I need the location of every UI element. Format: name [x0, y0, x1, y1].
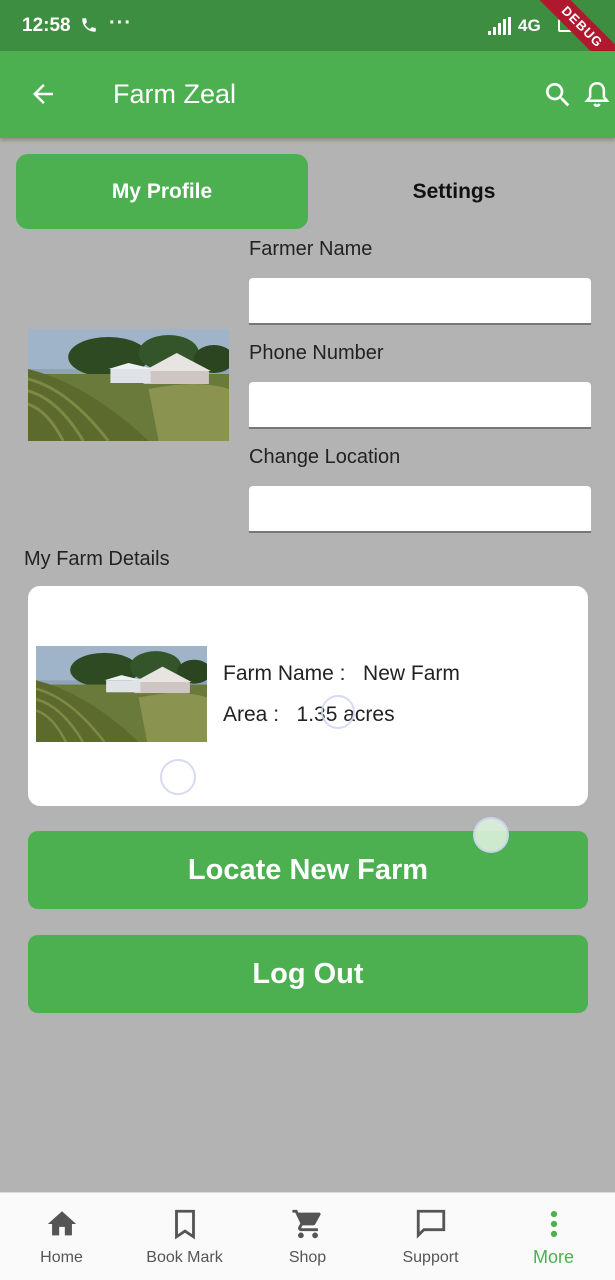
home-icon — [47, 1211, 76, 1236]
status-bar: 12:58 ··· 4G DEBUG — [0, 0, 615, 88]
status-overflow-icon: ··· — [109, 12, 132, 34]
cart-icon — [291, 1209, 321, 1239]
nav-item-home[interactable]: Home — [0, 1193, 123, 1280]
nav-item-shop[interactable]: Shop — [246, 1193, 369, 1280]
touch-ripple — [160, 759, 196, 795]
bell-icon[interactable] — [582, 78, 612, 111]
bottom-navigation: Home Book Mark Shop Support More — [0, 1192, 615, 1280]
profile-farm-photo — [28, 329, 229, 441]
farm-photo — [36, 646, 207, 742]
back-arrow-icon[interactable] — [28, 79, 58, 109]
farm-name-value: New Farm — [363, 662, 460, 685]
app-bar: Farm Zeal — [0, 51, 615, 138]
change-location-label: Change Location — [249, 446, 401, 468]
tab-my-profile[interactable]: My Profile — [16, 154, 308, 229]
my-farm-details-title: My Farm Details — [24, 548, 170, 570]
phone-icon — [82, 18, 96, 32]
touch-indicator — [473, 817, 509, 853]
phone-number-input[interactable] — [249, 382, 591, 429]
farm-name-label: Farm Name : — [223, 662, 346, 685]
nav-item-bookmark[interactable]: Book Mark — [123, 1193, 246, 1280]
nav-label-support: Support — [402, 1249, 459, 1266]
more-vertical-icon — [550, 1210, 557, 1238]
search-icon[interactable] — [542, 79, 574, 111]
farmer-name-label: Farmer Name — [249, 238, 373, 260]
signal-icon — [488, 17, 511, 35]
tab-settings[interactable]: Settings — [308, 154, 600, 229]
nav-label-more: More — [532, 1247, 574, 1267]
area-label: Area : — [223, 703, 280, 726]
farmer-name-input[interactable] — [249, 278, 591, 325]
phone-number-label: Phone Number — [249, 342, 384, 364]
bookmark-icon — [174, 1209, 195, 1240]
nav-label-home: Home — [40, 1249, 83, 1266]
nav-item-support[interactable]: Support — [369, 1193, 492, 1280]
log-out-button[interactable]: Log Out — [28, 935, 588, 1013]
farm-card[interactable]: Farm Name : New Farm Area : 1.35 acres — [28, 586, 588, 806]
network-type: 4G — [518, 16, 541, 35]
nav-label-shop: Shop — [288, 1249, 327, 1266]
chat-icon — [416, 1209, 445, 1239]
touch-ripple — [321, 695, 355, 729]
farm-area-row: Area : 1.35 acres — [223, 703, 395, 727]
change-location-input[interactable] — [249, 486, 591, 533]
status-time: 12:58 — [22, 15, 71, 36]
nav-label-bookmark: Book Mark — [146, 1249, 223, 1266]
app-title: Farm Zeal — [113, 79, 237, 109]
nav-item-more[interactable]: More — [492, 1193, 615, 1280]
farm-name-row: Farm Name : New Farm — [223, 662, 460, 686]
